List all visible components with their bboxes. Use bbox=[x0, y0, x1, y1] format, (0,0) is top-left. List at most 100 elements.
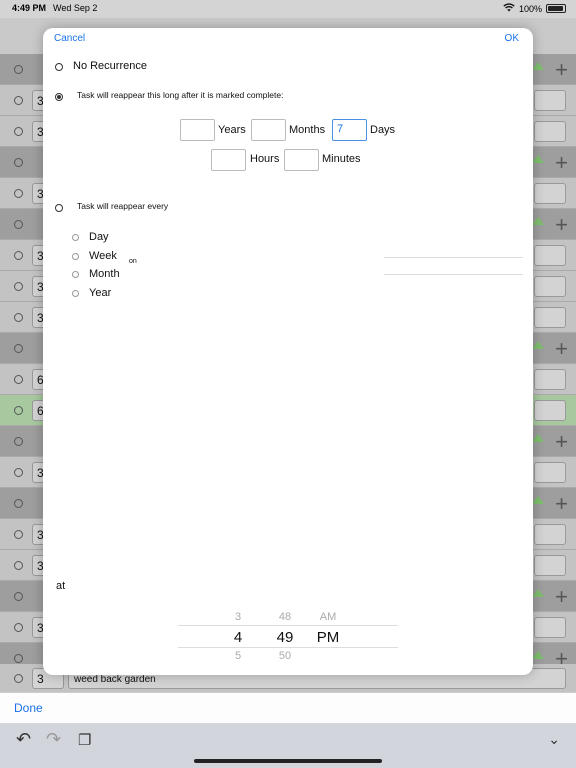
month-radio[interactable] bbox=[72, 271, 79, 278]
minutes-label: Minutes bbox=[322, 153, 361, 165]
add-icon: + bbox=[555, 57, 568, 82]
ampm-selected[interactable]: PM bbox=[313, 629, 343, 646]
months-field[interactable] bbox=[251, 119, 286, 141]
complete-circle-icon bbox=[14, 220, 23, 229]
complete-circle-icon bbox=[14, 158, 23, 167]
status-bar: 4:49 PM Wed Sep 2 100% bbox=[0, 0, 576, 18]
task-field bbox=[534, 617, 566, 638]
complete-circle-icon bbox=[14, 468, 23, 477]
hours-label: Hours bbox=[250, 153, 280, 165]
picker-top-line bbox=[178, 625, 398, 626]
complete-circle-icon bbox=[14, 65, 23, 74]
paste-icon[interactable]: ❐ bbox=[78, 731, 91, 749]
day-radio[interactable] bbox=[72, 234, 79, 241]
complete-circle-icon bbox=[14, 437, 23, 446]
no-recurrence-label: No Recurrence bbox=[73, 60, 147, 72]
cancel-button[interactable]: Cancel bbox=[54, 33, 85, 44]
minute-above[interactable]: 48 bbox=[271, 611, 299, 623]
expand-triangle-icon bbox=[532, 589, 544, 597]
week-radio[interactable] bbox=[72, 253, 79, 260]
wifi-icon bbox=[503, 3, 515, 14]
at-label: at bbox=[56, 580, 66, 592]
battery-percent: 100% bbox=[518, 3, 542, 14]
status-date: Wed Sep 2 bbox=[53, 3, 98, 13]
task-field bbox=[534, 462, 566, 483]
complete-circle-icon bbox=[14, 623, 23, 632]
ampm-above[interactable]: AM bbox=[313, 611, 343, 623]
task-field bbox=[534, 524, 566, 545]
expand-triangle-icon bbox=[532, 651, 544, 659]
task-field bbox=[534, 400, 566, 421]
undo-icon[interactable]: ↶ bbox=[16, 729, 31, 750]
add-icon: + bbox=[555, 336, 568, 361]
task-field bbox=[534, 121, 566, 142]
expand-triangle-icon bbox=[532, 62, 544, 70]
month-option-label: Month bbox=[89, 268, 120, 280]
task-field bbox=[534, 245, 566, 266]
complete-circle-icon bbox=[14, 674, 23, 683]
years-field[interactable] bbox=[180, 119, 215, 141]
complete-circle-icon bbox=[14, 561, 23, 570]
status-right: 100% bbox=[503, 3, 566, 14]
on-picker-divider bbox=[384, 274, 523, 275]
hour-above[interactable]: 3 bbox=[228, 611, 248, 623]
expand-triangle-icon bbox=[532, 496, 544, 504]
input-accessory-bar: Done bbox=[0, 692, 576, 723]
every-radio[interactable] bbox=[55, 204, 63, 212]
status-time: 4:49 PM bbox=[12, 3, 47, 13]
days-label: Days bbox=[370, 124, 396, 136]
year-option-label: Year bbox=[89, 287, 112, 299]
task-field bbox=[534, 555, 566, 576]
months-label: Months bbox=[289, 124, 326, 136]
complete-circle-icon bbox=[14, 499, 23, 508]
add-icon: + bbox=[555, 491, 568, 516]
complete-circle-icon bbox=[14, 127, 23, 136]
expand-triangle-icon bbox=[532, 217, 544, 225]
minutes-field[interactable] bbox=[284, 149, 319, 171]
picker-bottom-line bbox=[178, 647, 398, 648]
redo-icon[interactable]: ↷ bbox=[46, 729, 61, 750]
days-field[interactable]: 7 bbox=[332, 119, 367, 141]
battery-icon bbox=[546, 4, 566, 13]
day-option-label: Day bbox=[89, 231, 109, 243]
after-complete-radio[interactable] bbox=[55, 93, 63, 101]
add-icon: + bbox=[555, 212, 568, 237]
home-indicator bbox=[194, 759, 382, 763]
complete-circle-icon bbox=[14, 530, 23, 539]
task-field bbox=[534, 307, 566, 328]
years-label: Years bbox=[218, 124, 246, 136]
complete-circle-icon bbox=[14, 189, 23, 198]
no-recurrence-radio[interactable] bbox=[55, 63, 63, 71]
week-option-label: Week bbox=[89, 250, 117, 262]
hour-selected[interactable]: 4 bbox=[228, 629, 248, 646]
hours-field[interactable] bbox=[211, 149, 246, 171]
complete-circle-icon bbox=[14, 313, 23, 322]
complete-circle-icon bbox=[14, 251, 23, 260]
year-radio[interactable] bbox=[72, 290, 79, 297]
ok-button[interactable]: OK bbox=[505, 33, 519, 44]
chevron-down-icon[interactable]: ⌄ bbox=[548, 731, 560, 748]
expand-triangle-icon bbox=[532, 155, 544, 163]
minute-selected[interactable]: 49 bbox=[271, 629, 299, 646]
expand-triangle-icon bbox=[532, 341, 544, 349]
minute-below[interactable]: 50 bbox=[271, 650, 299, 662]
task-field bbox=[534, 90, 566, 111]
on-picker-divider bbox=[384, 257, 523, 258]
complete-circle-icon bbox=[14, 406, 23, 415]
complete-circle-icon bbox=[14, 375, 23, 384]
on-label: on bbox=[129, 258, 137, 265]
done-button[interactable]: Done bbox=[14, 701, 43, 715]
hour-below[interactable]: 5 bbox=[228, 650, 248, 662]
expand-triangle-icon bbox=[532, 434, 544, 442]
complete-circle-icon bbox=[14, 282, 23, 291]
add-icon: + bbox=[555, 150, 568, 175]
task-field bbox=[534, 369, 566, 390]
after-complete-label: Task will reappear this long after it is… bbox=[77, 90, 284, 100]
every-label: Task will reappear every bbox=[77, 201, 169, 211]
complete-circle-icon bbox=[14, 654, 23, 663]
task-field bbox=[534, 183, 566, 204]
recurrence-modal: Cancel OK No Recurrence Task will reappe… bbox=[43, 28, 533, 675]
add-icon: + bbox=[555, 584, 568, 609]
complete-circle-icon bbox=[14, 344, 23, 353]
complete-circle-icon bbox=[14, 592, 23, 601]
